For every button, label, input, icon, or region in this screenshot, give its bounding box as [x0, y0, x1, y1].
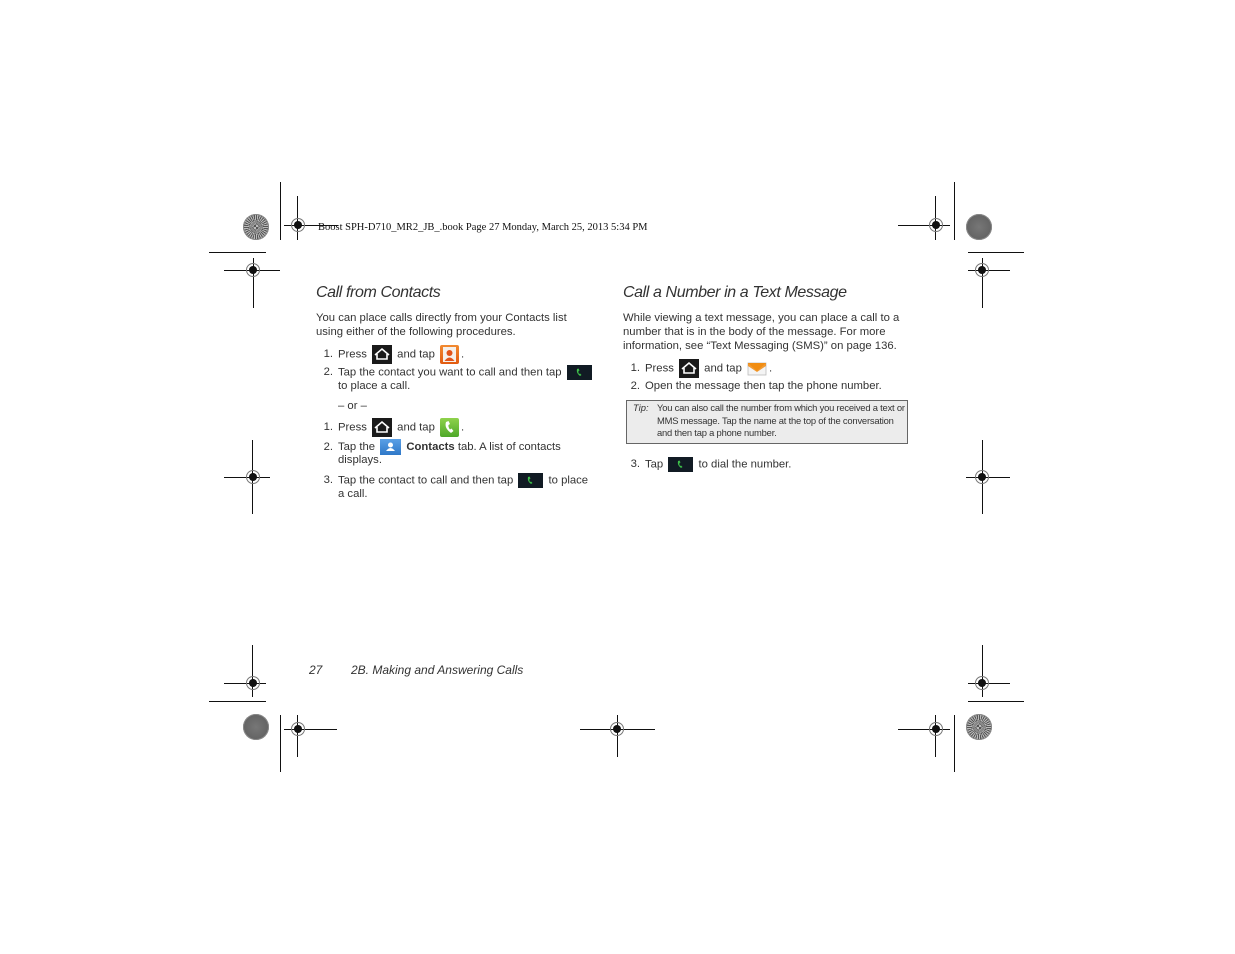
registration-target-icon [246, 676, 260, 690]
step-continuation: a call. [338, 488, 368, 500]
contacts-tab-label: Contacts [406, 440, 455, 453]
registration-target-icon [291, 722, 305, 736]
registration-target-icon [246, 263, 260, 277]
contacts-tab-icon [380, 439, 402, 455]
crop-mark [968, 701, 1024, 702]
step: 3. Tap to dial the number. [630, 457, 792, 472]
or-separator: – or – [338, 400, 367, 412]
registration-target-icon [975, 263, 989, 277]
tip-text: You can also call the number from which … [657, 402, 905, 438]
crop-mark [954, 715, 955, 772]
messaging-app-icon [747, 360, 767, 377]
step: 2. Open the message then tap the phone nu… [630, 380, 882, 392]
registration-target-icon [975, 676, 989, 690]
step-continuation: displays. [338, 454, 382, 466]
running-footer-title: 2B. Making and Answering Calls [351, 663, 524, 677]
step: 3. Tap the contact to call and then tap t… [323, 473, 589, 488]
registration-target-icon [291, 218, 305, 232]
step: 1. Press and tap . [317, 345, 464, 364]
crop-mark [280, 182, 281, 240]
starburst-mark-icon [966, 714, 992, 740]
step: 1. Press and tap . [317, 418, 464, 437]
crop-mark [280, 715, 281, 772]
contacts-app-icon [440, 345, 460, 364]
home-key-icon [679, 359, 700, 378]
home-key-icon [372, 418, 393, 437]
registration-target-icon [929, 218, 943, 232]
section-title: Call a Number in a Text Message [623, 284, 847, 301]
step-continuation: to place a call. [338, 380, 411, 392]
crop-mark [954, 182, 955, 240]
starburst-mark-icon [966, 214, 992, 240]
phone-app-icon [440, 418, 460, 437]
registration-target-icon [929, 722, 943, 736]
crop-mark [968, 252, 1024, 253]
registration-target-icon [975, 470, 989, 484]
registration-target-icon [246, 470, 260, 484]
step: 1. Press and tap . [624, 359, 772, 378]
call-button-icon [668, 457, 694, 472]
starburst-mark-icon [243, 214, 269, 240]
call-button-icon [518, 473, 544, 488]
starburst-mark-icon [243, 714, 269, 740]
page-number: 27 [309, 663, 323, 677]
section-title: Call from Contacts [316, 284, 441, 301]
home-key-icon [372, 345, 393, 364]
crop-mark [209, 701, 266, 702]
tip-box: Tip: You can also call the number from w… [626, 400, 908, 444]
intro-paragraph: You can place calls directly from your C… [316, 312, 567, 338]
crop-mark [209, 252, 266, 253]
call-button-icon [566, 365, 592, 380]
print-slug: Boost SPH-D710_MR2_JB_.book Page 27 Mond… [318, 222, 648, 233]
step: 2. Tap the contact you want to call and t… [317, 365, 594, 380]
tip-label: Tip: [633, 402, 649, 413]
registration-target-icon [610, 722, 624, 736]
intro-paragraph: While viewing a text message, you can pl… [623, 312, 900, 352]
